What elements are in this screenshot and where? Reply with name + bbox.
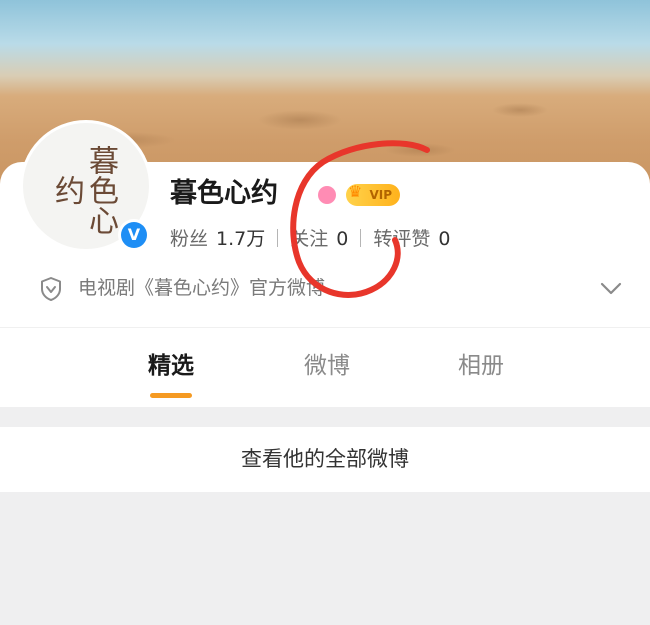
profile-description: 电视剧《暮色心约》官方微博	[78, 277, 326, 299]
divider	[277, 229, 279, 247]
tab-weibo[interactable]: 微博	[277, 350, 377, 382]
profile-stats: 粉丝 1.7万 关注 0 转评赞 0	[170, 224, 450, 254]
active-tab-indicator	[150, 393, 192, 398]
badge-icon[interactable]	[318, 186, 336, 204]
avatar-text: 暮色心约	[49, 145, 118, 235]
profile-description-row[interactable]: 电视剧《暮色心约》官方微博	[38, 272, 628, 304]
vip-badge[interactable]: ♛ VIP	[346, 182, 400, 206]
stat-followers[interactable]: 粉丝 1.7万	[170, 228, 265, 250]
stat-label: 粉丝	[170, 228, 209, 250]
tab-bar: 精选 微博 相册	[0, 327, 650, 407]
stat-value: 1.7万	[216, 228, 266, 250]
chevron-down-icon[interactable]	[600, 278, 622, 298]
verified-icon: V	[118, 219, 150, 251]
shield-icon	[41, 277, 61, 301]
view-all-posts-button[interactable]: 查看他的全部微博	[0, 427, 650, 492]
vip-label: VIP	[369, 188, 392, 202]
stat-value: 0	[438, 228, 451, 250]
stat-label: 转评赞	[373, 228, 431, 250]
stat-label: 关注	[290, 228, 329, 250]
stat-value: 0	[336, 228, 349, 250]
stat-interactions[interactable]: 转评赞 0	[373, 228, 450, 250]
divider	[360, 229, 362, 247]
profile-name: 暮色心约	[170, 178, 278, 209]
tab-featured[interactable]: 精选	[121, 350, 221, 382]
stat-following[interactable]: 关注 0	[290, 228, 348, 250]
vip-crown-icon: ♛	[348, 182, 363, 201]
tab-album[interactable]: 相册	[431, 350, 531, 382]
